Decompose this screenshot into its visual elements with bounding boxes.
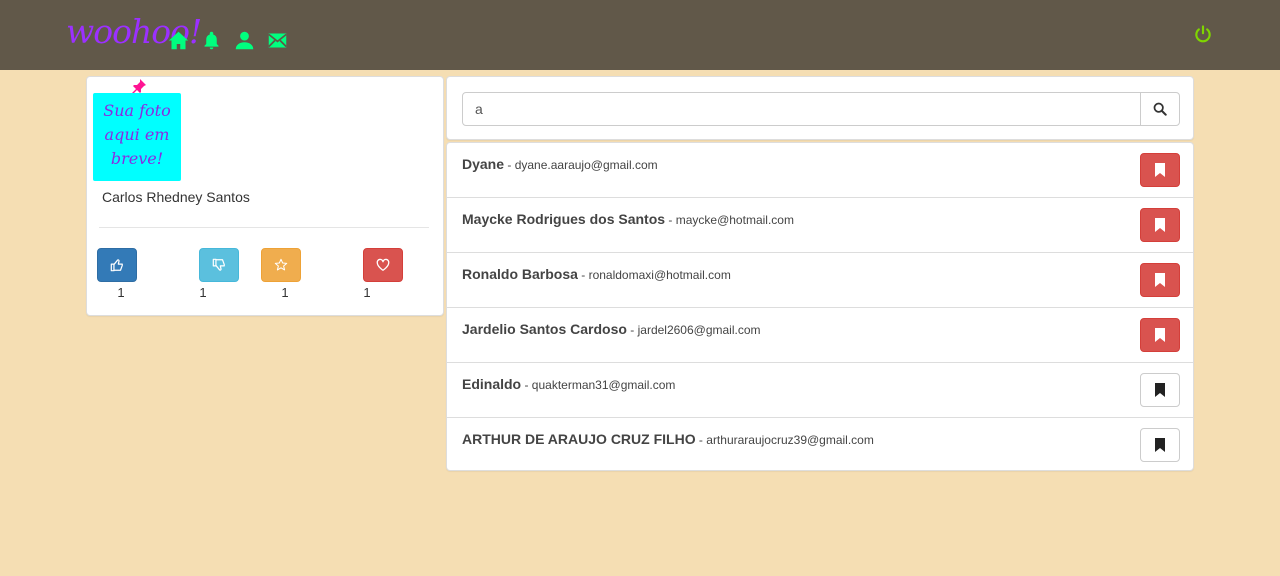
bookmark-button[interactable] (1140, 373, 1180, 407)
bookmark-icon (1155, 328, 1165, 342)
result-separator: - (665, 213, 676, 227)
result-separator: - (577, 268, 589, 282)
bell-icon[interactable] (201, 30, 222, 51)
result-row: Ronaldo Barbosa - ronaldomaxi@hotmail.co… (447, 253, 1193, 308)
nav-icons (168, 30, 288, 51)
result-email: dyane.aaraujo@gmail.com (514, 158, 658, 172)
bookmark-icon (1155, 438, 1165, 452)
love-count: 1 (363, 285, 371, 300)
thumbs-up-icon (110, 259, 123, 272)
result-email: quakterman31@gmail.com (531, 378, 676, 392)
bookmark-icon (1155, 383, 1165, 397)
bookmark-button[interactable] (1140, 208, 1180, 242)
result-row: Dyane - dyane.aaraujo@gmail.com (447, 143, 1193, 198)
search-button[interactable] (1140, 92, 1180, 126)
like-count: 1 (117, 285, 125, 300)
result-email: ronaldomaxi@hotmail.com (588, 268, 731, 282)
result-email: maycke@hotmail.com (675, 213, 794, 227)
result-text: Ronaldo Barbosa - ronaldomaxi@hotmail.co… (462, 266, 731, 282)
result-text: Edinaldo - quakterman31@gmail.com (462, 376, 675, 392)
divider (99, 227, 429, 228)
power-icon[interactable] (1193, 24, 1213, 44)
result-row: Edinaldo - quakterman31@gmail.com (447, 363, 1193, 418)
result-email: jardel2606@gmail.com (637, 323, 761, 337)
result-email: arthuraraujocruz39@gmail.com (706, 433, 874, 447)
pushpin-icon (132, 79, 146, 94)
home-icon[interactable] (168, 30, 189, 51)
heart-icon (376, 258, 390, 271)
user-icon[interactable] (234, 30, 255, 51)
result-text: Dyane - dyane.aaraujo@gmail.com (462, 156, 658, 172)
profile-name: Carlos Rhedney Santos (102, 189, 250, 205)
result-text: Jardelio Santos Cardoso - jardel2606@gma… (462, 321, 761, 337)
result-row: Jardelio Santos Cardoso - jardel2606@gma… (447, 308, 1193, 363)
dislike-count: 1 (199, 285, 207, 300)
result-text: ARTHUR DE ARAUJO CRUZ FILHO - arthurarau… (462, 431, 874, 447)
bookmark-button[interactable] (1140, 263, 1180, 297)
dislike-button[interactable] (199, 248, 239, 282)
search-input[interactable] (462, 92, 1141, 126)
bookmark-button[interactable] (1140, 153, 1180, 187)
photo-placeholder-line: breve! (110, 149, 164, 168)
favorite-count: 1 (281, 285, 289, 300)
search-icon (1153, 102, 1167, 116)
search-panel (446, 76, 1194, 140)
result-name[interactable]: Maycke Rodrigues dos Santos (462, 211, 665, 227)
result-name[interactable]: Edinaldo (462, 376, 521, 392)
result-row: ARTHUR DE ARAUJO CRUZ FILHO - arthurarau… (447, 418, 1193, 470)
bookmark-button[interactable] (1140, 318, 1180, 352)
result-separator: - (626, 323, 638, 337)
bookmark-icon (1155, 163, 1165, 177)
photo-placeholder-line: aqui em (104, 125, 170, 144)
top-navbar: woohoo! (0, 0, 1280, 70)
result-separator: - (521, 378, 532, 392)
bookmark-button[interactable] (1140, 428, 1180, 462)
results-list: Dyane - dyane.aaraujo@gmail.com Maycke R… (446, 142, 1194, 471)
star-icon (274, 258, 288, 271)
result-text: Maycke Rodrigues dos Santos - maycke@hot… (462, 211, 794, 227)
love-button[interactable] (363, 248, 403, 282)
result-separator: - (504, 158, 515, 172)
profile-panel: Sua foto aqui em breve! Carlos Rhedney S… (86, 76, 444, 316)
like-button[interactable] (97, 248, 137, 282)
thumbs-down-icon (212, 258, 225, 271)
favorite-button[interactable] (261, 248, 301, 282)
result-name[interactable]: ARTHUR DE ARAUJO CRUZ FILHO (462, 431, 696, 447)
result-name[interactable]: Ronaldo Barbosa (462, 266, 578, 282)
photo-placeholder: Sua foto aqui em breve! (93, 93, 181, 181)
bookmark-icon (1155, 218, 1165, 232)
result-name[interactable]: Dyane (462, 156, 504, 172)
photo-placeholder-line: Sua foto (103, 101, 171, 120)
bookmark-icon (1155, 273, 1165, 287)
envelope-icon[interactable] (267, 30, 288, 51)
result-separator: - (695, 433, 707, 447)
result-row: Maycke Rodrigues dos Santos - maycke@hot… (447, 198, 1193, 253)
result-name[interactable]: Jardelio Santos Cardoso (462, 321, 627, 337)
